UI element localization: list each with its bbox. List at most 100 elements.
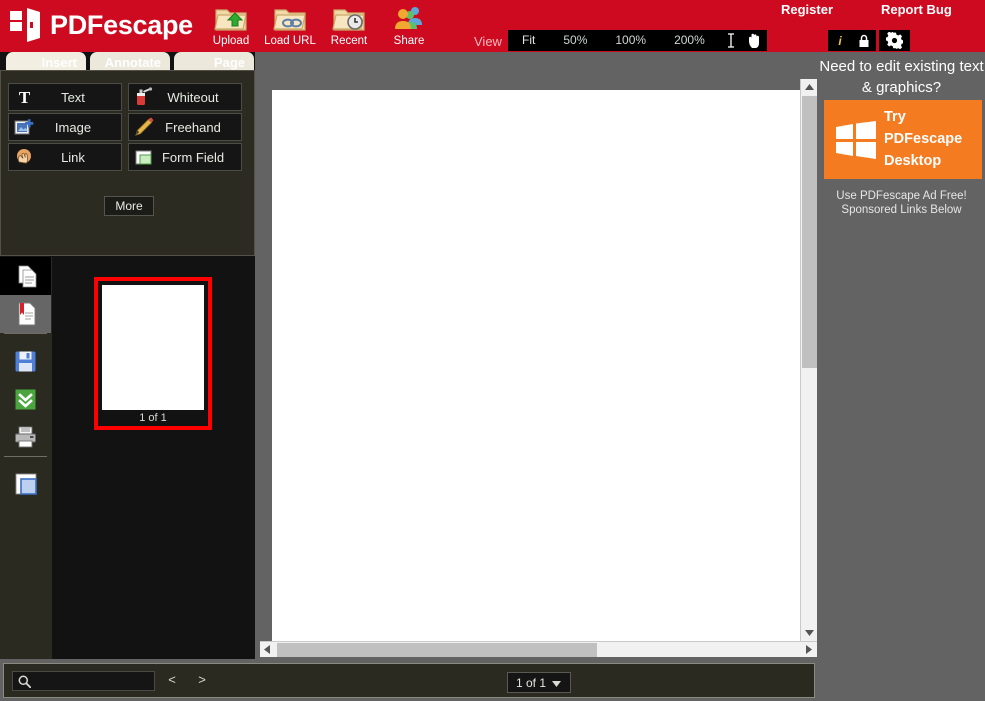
register-link[interactable]: Register <box>781 2 833 17</box>
ad-headline: Need to edit existing text & graphics? <box>818 56 985 98</box>
more-button[interactable]: More <box>104 196 154 216</box>
thumbnail-page-preview <box>102 285 204 410</box>
printer-icon <box>14 426 38 448</box>
scroll-down-button[interactable] <box>801 625 817 641</box>
brand-title: PDFescape <box>50 9 193 41</box>
share-button[interactable]: Share <box>378 2 440 47</box>
mode-tool-group <box>719 30 767 51</box>
vertical-scrollbar[interactable] <box>800 79 817 641</box>
tab-insert[interactable]: Insert <box>6 52 86 70</box>
scroll-left-button[interactable] <box>260 642 274 657</box>
bookmark-page-icon <box>14 301 38 327</box>
ad-sidebar: Need to edit existing text & graphics? T… <box>818 52 985 701</box>
horizontal-scroll-thumb[interactable] <box>277 643 597 657</box>
rail-item-print[interactable] <box>0 418 51 456</box>
chevron-right-icon <box>806 645 812 654</box>
horizontal-scrollbar[interactable] <box>260 641 817 657</box>
chevron-down-icon <box>805 630 814 636</box>
sponsored-links-line: Sponsored Links Below <box>818 203 985 217</box>
window-view-icon <box>15 473 37 495</box>
rail-item-bookmarks[interactable] <box>0 295 51 333</box>
pdfescape-app: PDFescape Upload <box>0 0 985 701</box>
search-prev-button[interactable]: < <box>164 672 180 687</box>
report-bug-link[interactable]: Report Bug <box>881 2 952 17</box>
search-next-button[interactable]: > <box>194 672 210 687</box>
insert-whiteout-label: Whiteout <box>159 90 241 105</box>
load-url-button[interactable]: Load URL <box>259 2 321 47</box>
recent-button[interactable]: Recent <box>318 2 380 47</box>
vertical-scroll-thumb[interactable] <box>802 96 817 368</box>
pencil-icon <box>129 114 159 140</box>
search-magnifier-icon <box>13 675 35 688</box>
desktop-promo-text: Try PDFescape Desktop <box>884 106 982 172</box>
hand-tool-icon[interactable] <box>743 30 767 51</box>
chevron-up-icon <box>805 84 814 90</box>
thumbnail-caption: 1 of 1 <box>98 412 208 424</box>
tab-annotate[interactable]: Annotate <box>90 52 170 70</box>
insert-text-button[interactable]: T Text <box>8 83 122 111</box>
folder-clock-icon <box>318 2 380 34</box>
image-add-icon <box>9 114 39 140</box>
zoom-200-button[interactable]: 200% <box>660 30 719 51</box>
ad-free-line[interactable]: Use PDFescape Ad Free! <box>818 189 985 203</box>
insert-freehand-button[interactable]: Freehand <box>128 113 242 141</box>
page-selector-value: 1 of 1 <box>516 676 546 690</box>
zoom-fit-button[interactable]: Fit <box>508 30 549 51</box>
left-panel: Insert Annotate Page T Text <box>0 52 255 659</box>
folder-link-icon <box>259 2 321 34</box>
insert-whiteout-button[interactable]: Whiteout <box>128 83 242 111</box>
pdf-page[interactable] <box>272 90 802 652</box>
page-thumbnail-list: 1 of 1 <box>52 257 255 659</box>
form-field-icon <box>129 144 159 170</box>
insert-image-button[interactable]: Image <box>8 113 122 141</box>
brand-pdf: PDF <box>50 10 103 40</box>
folder-upload-icon <box>200 2 262 34</box>
document-pages-icon <box>13 263 39 289</box>
view-label: View <box>474 34 502 49</box>
page-selector-dropdown[interactable]: 1 of 1 <box>507 672 571 693</box>
share-people-icon <box>378 2 440 34</box>
load-url-label: Load URL <box>259 35 321 47</box>
text-cursor-icon[interactable] <box>719 30 743 51</box>
brand-escape: escape <box>103 10 193 40</box>
insert-text-label: Text <box>39 90 121 105</box>
app-header: PDFescape Upload <box>0 0 985 52</box>
chevron-down-icon <box>552 676 561 690</box>
scroll-up-button[interactable] <box>801 79 817 95</box>
upload-label: Upload <box>200 35 262 47</box>
whiteout-spray-icon <box>129 84 159 110</box>
upload-button[interactable]: Upload <box>200 2 262 47</box>
gear-icon <box>886 32 903 49</box>
insert-form-field-button[interactable]: Form Field <box>128 143 242 171</box>
link-hand-icon <box>9 144 39 170</box>
insert-link-button[interactable]: Link <box>8 143 122 171</box>
meta-tool-group: i <box>828 30 876 51</box>
tab-page[interactable]: Page <box>174 52 254 70</box>
rail-item-save[interactable] <box>0 342 51 380</box>
rail-divider-1 <box>4 333 47 334</box>
bottom-toolbar: < > 1 of 1 <box>3 663 815 698</box>
settings-button[interactable] <box>879 30 910 51</box>
zoom-button-group: Fit 50% 100% 200% <box>508 30 719 51</box>
rail-item-view[interactable] <box>0 465 51 503</box>
page-thumbnail-1[interactable]: 1 of 1 <box>94 277 212 430</box>
document-canvas[interactable] <box>255 52 818 659</box>
rail-item-pages[interactable] <box>0 257 51 295</box>
share-label: Share <box>378 35 440 47</box>
save-floppy-icon <box>14 350 37 373</box>
info-icon[interactable]: i <box>828 30 852 51</box>
info-glyph: i <box>838 34 841 48</box>
insert-image-label: Image <box>39 120 121 135</box>
zoom-50-button[interactable]: 50% <box>549 30 601 51</box>
zoom-100-button[interactable]: 100% <box>601 30 660 51</box>
desktop-promo-banner[interactable]: Try PDFescape Desktop <box>824 100 982 179</box>
svg-text:T: T <box>18 88 30 106</box>
search-container[interactable] <box>12 671 155 691</box>
pdfescape-logo-icon <box>10 8 44 42</box>
windows-logo-icon <box>836 121 876 159</box>
lock-icon[interactable] <box>852 30 876 51</box>
rail-item-download[interactable] <box>0 380 51 418</box>
search-input[interactable] <box>35 674 154 688</box>
scroll-right-button[interactable] <box>801 642 816 657</box>
insert-link-label: Link <box>39 150 121 165</box>
